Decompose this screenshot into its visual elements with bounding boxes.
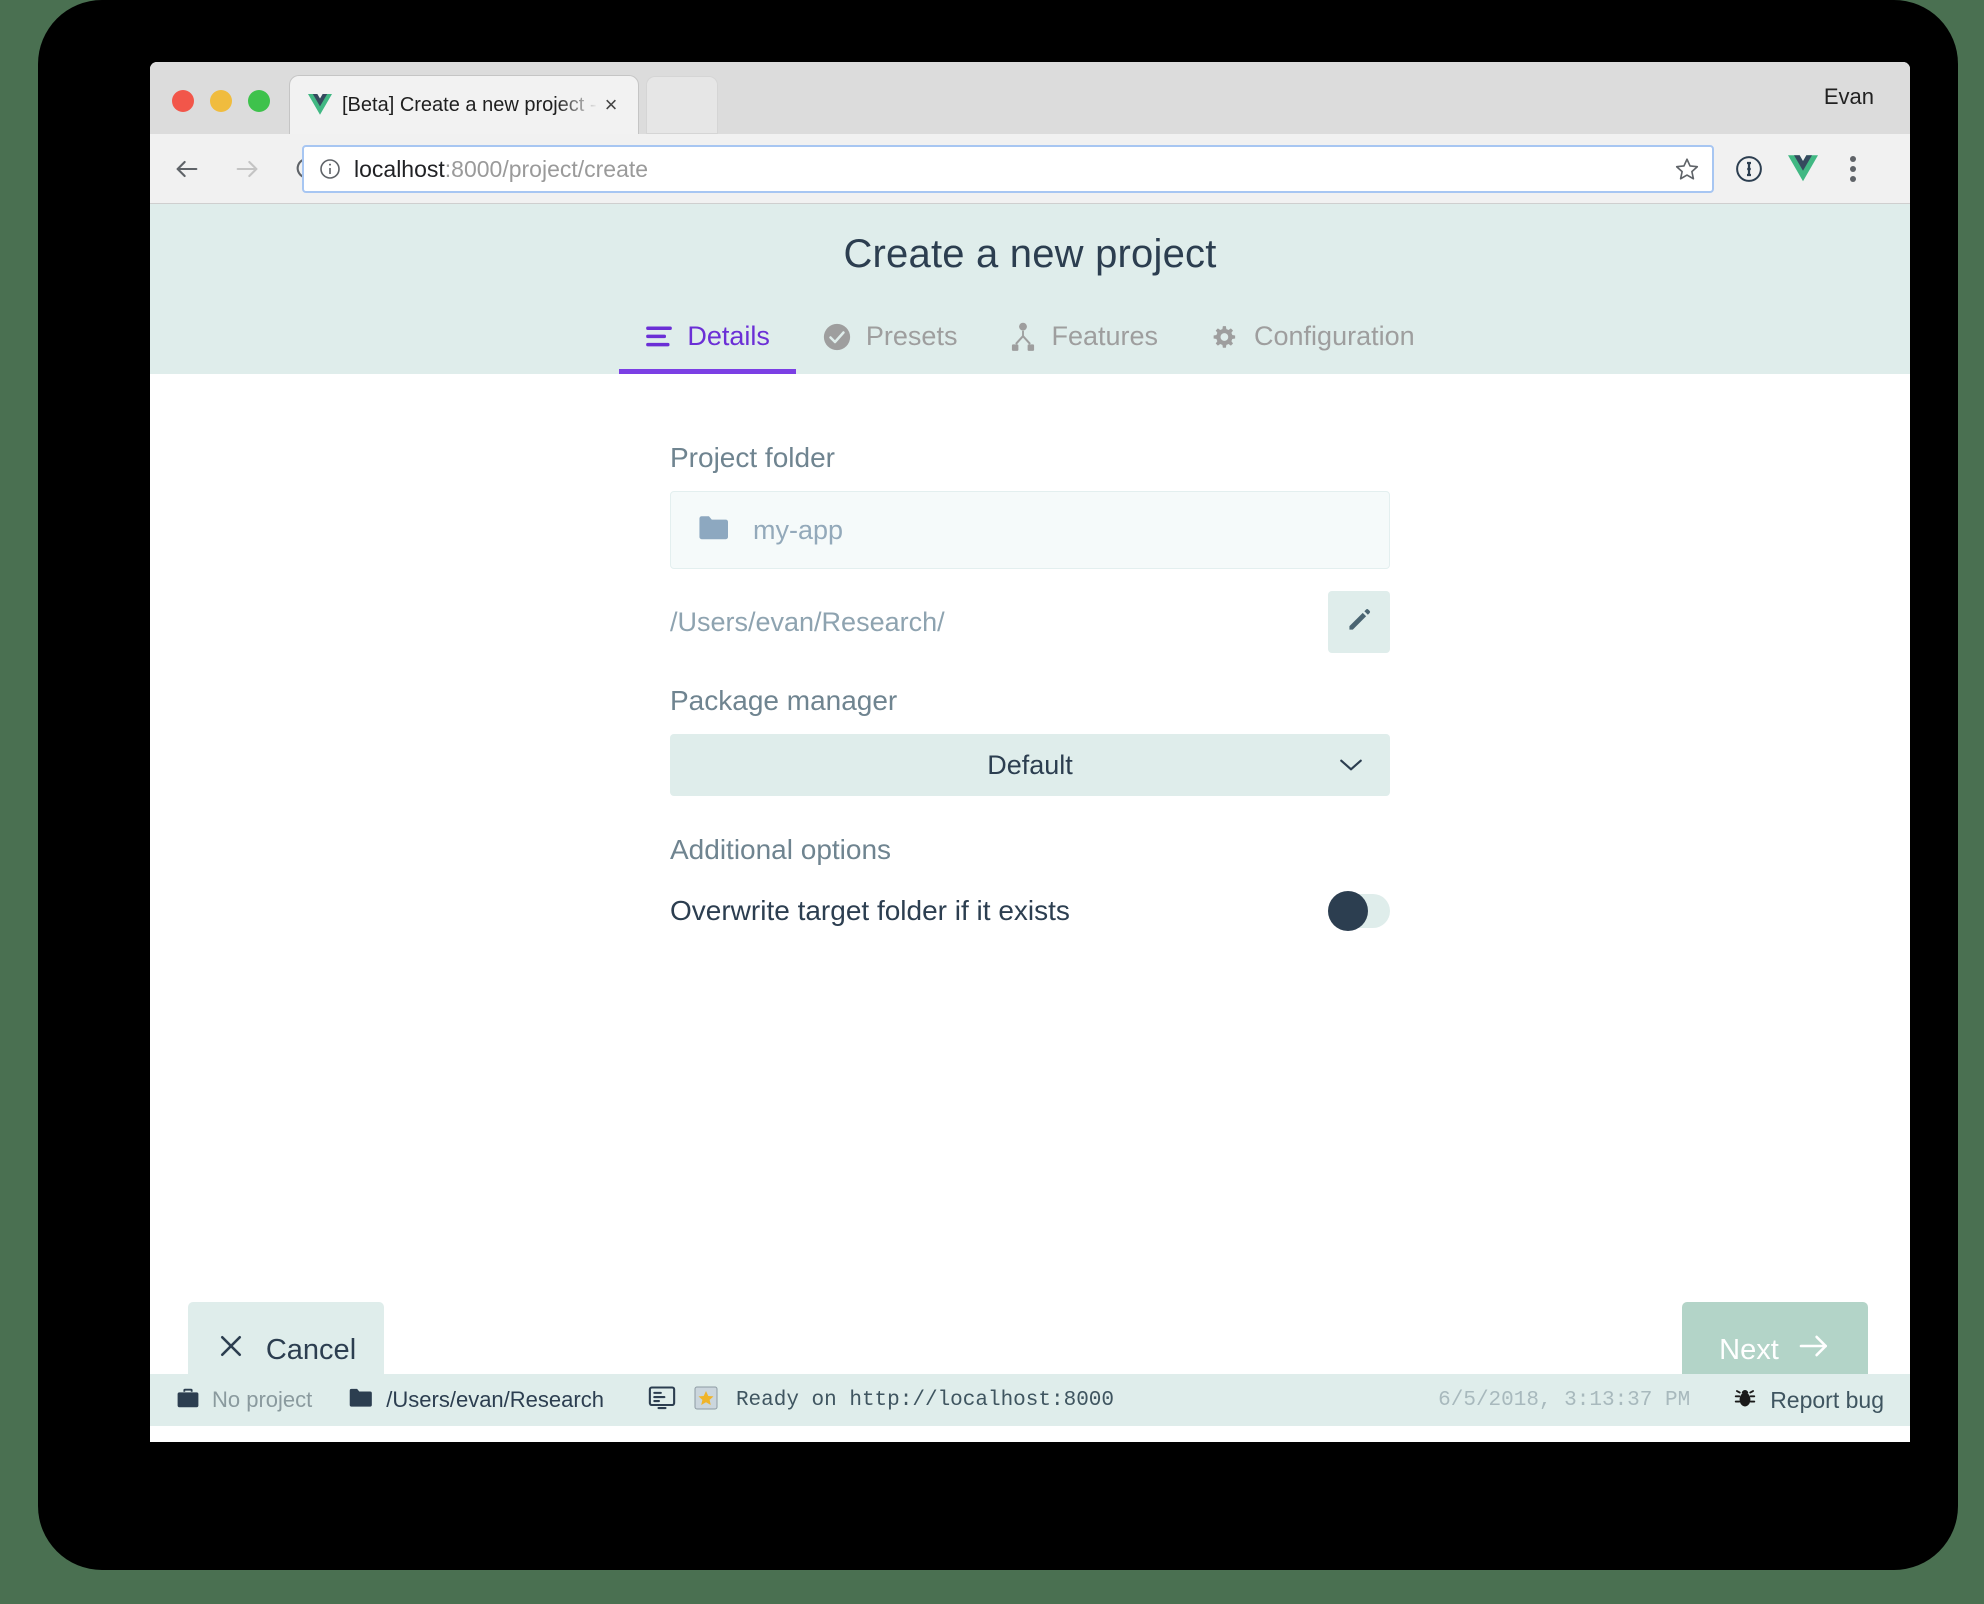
- package-manager-value: Default: [987, 749, 1073, 780]
- next-button-label: Next: [1719, 1333, 1779, 1366]
- page-title: Create a new project: [843, 232, 1217, 276]
- star-icon[interactable]: [1674, 156, 1700, 182]
- pencil-icon: [1345, 606, 1373, 639]
- package-manager-select[interactable]: Default: [670, 734, 1390, 796]
- gear-icon: [1210, 322, 1240, 352]
- wizard-tabs: Details Presets Features Configuration: [150, 315, 1910, 374]
- tab-features-label: Features: [1051, 321, 1159, 351]
- check-circle-icon: [822, 322, 852, 352]
- url-path: :8000/project/create: [444, 155, 649, 182]
- status-app-icon: [694, 1386, 718, 1415]
- browser-tab-strip: [Beta] Create a new project - V × Evan: [150, 62, 1910, 134]
- chevron-down-icon: [1338, 757, 1364, 773]
- bug-icon: [1732, 1385, 1758, 1416]
- browser-tab-title: [Beta] Create a new project - V: [342, 93, 598, 116]
- back-button[interactable]: [164, 146, 210, 192]
- project-folder-label: Project folder: [670, 442, 835, 473]
- window-minimize-button[interactable]: [210, 90, 232, 112]
- overwrite-option-row: Overwrite target folder if it exists: [670, 883, 1390, 939]
- sitemap-icon: [1009, 322, 1037, 352]
- vue-ui-app: Create a new project Details Presets Fea…: [150, 204, 1910, 1442]
- 1password-icon[interactable]: [1728, 148, 1770, 190]
- overwrite-toggle[interactable]: [1328, 891, 1390, 931]
- window-maximize-button[interactable]: [248, 90, 270, 112]
- vue-ui-icon: [694, 1386, 718, 1415]
- tab-details-label: Details: [687, 321, 770, 351]
- project-path-text: /Users/evan/Research/: [670, 606, 945, 637]
- edit-path-button[interactable]: [1328, 591, 1390, 653]
- status-folder-label: /Users/evan/Research: [386, 1387, 604, 1412]
- cancel-button-label: Cancel: [265, 1333, 357, 1366]
- kebab-menu-icon[interactable]: [1832, 148, 1874, 190]
- toggle-knob: [1328, 891, 1368, 931]
- project-details-form: Project folder my-app /Users/evan/Resear…: [670, 374, 1390, 939]
- app-body: Project folder my-app /Users/evan/Resear…: [150, 374, 1910, 1426]
- browser-profile-name[interactable]: Evan: [1824, 84, 1874, 110]
- tab-presets[interactable]: Presets: [796, 315, 984, 374]
- additional-options-label: Additional options: [670, 834, 892, 865]
- browser-tab-inactive[interactable]: [646, 76, 718, 134]
- device-frame: [Beta] Create a new project - V × Evan l…: [38, 0, 1958, 1570]
- status-ready-text: Ready on http://localhost:8000: [735, 1388, 1114, 1412]
- address-bar-url: localhost:8000/project/create: [354, 156, 648, 183]
- status-bar: No project /Users/evan/Research Ready on…: [150, 1374, 1910, 1426]
- close-x-icon: [216, 1331, 246, 1369]
- report-bug-label: Report bug: [1770, 1386, 1884, 1413]
- status-terminal[interactable]: [648, 1385, 676, 1416]
- browser-tab-active[interactable]: [Beta] Create a new project - V ×: [290, 76, 638, 134]
- tab-configuration-label: Configuration: [1254, 321, 1415, 351]
- site-info-icon[interactable]: [318, 157, 342, 181]
- address-bar[interactable]: localhost:8000/project/create: [302, 145, 1714, 193]
- browser-tab-close-icon[interactable]: ×: [598, 92, 624, 118]
- forward-button: [224, 146, 270, 192]
- terminal-icon: [648, 1385, 676, 1416]
- status-timestamp: 6/5/2018, 3:13:37 PM: [1438, 1388, 1691, 1412]
- status-folder[interactable]: /Users/evan/Research: [348, 1387, 604, 1414]
- project-folder-placeholder: my-app: [753, 514, 844, 545]
- browser-window: [Beta] Create a new project - V × Evan l…: [150, 62, 1910, 1442]
- vue-devtools-icon[interactable]: [1782, 148, 1824, 190]
- arrow-right-icon: [1797, 1333, 1831, 1367]
- tab-presets-label: Presets: [865, 321, 958, 351]
- status-project-label: No project: [212, 1387, 313, 1412]
- package-manager-label: Package manager: [670, 685, 898, 716]
- folder-icon: [697, 514, 731, 547]
- tab-details[interactable]: Details: [619, 315, 796, 374]
- project-path-row: /Users/evan/Research/: [670, 591, 1390, 653]
- report-bug-button[interactable]: Report bug: [1732, 1385, 1884, 1416]
- project-folder-input[interactable]: my-app: [670, 491, 1390, 569]
- folder-icon: [348, 1387, 374, 1414]
- status-project[interactable]: No project: [176, 1387, 312, 1414]
- tab-configuration[interactable]: Configuration: [1184, 315, 1441, 374]
- vue-logo-icon: [308, 94, 332, 116]
- briefcase-icon: [176, 1387, 200, 1414]
- browser-toolbar: localhost:8000/project/create: [150, 134, 1910, 204]
- list-icon: [645, 325, 673, 349]
- url-host: localhost: [354, 155, 445, 182]
- app-header: Create a new project Details Presets Fea…: [150, 204, 1910, 374]
- tab-features[interactable]: Features: [983, 315, 1184, 374]
- window-close-button[interactable]: [172, 90, 194, 112]
- overwrite-label: Overwrite target folder if it exists: [670, 895, 1070, 926]
